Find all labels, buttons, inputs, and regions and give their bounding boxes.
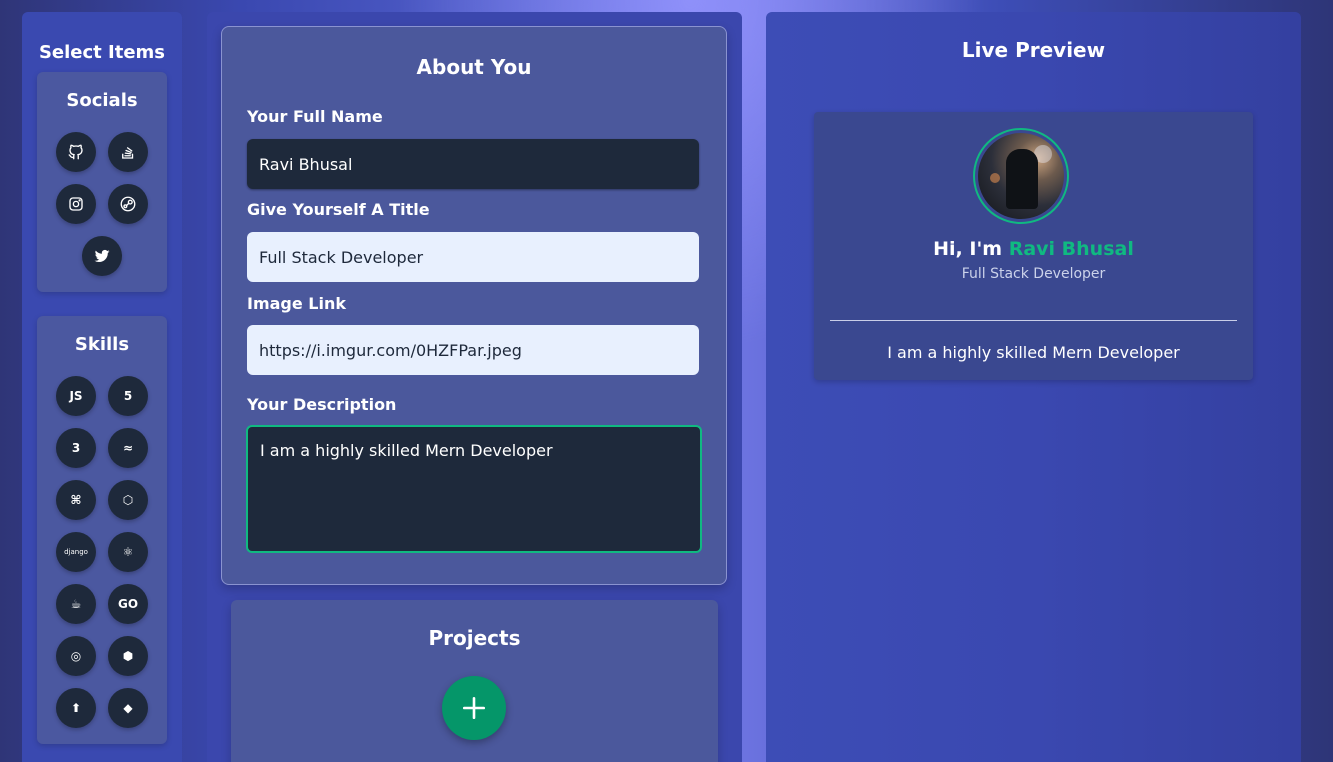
instagram-icon [69, 197, 83, 211]
js-icon: JS [69, 389, 83, 403]
steam-button[interactable] [108, 184, 148, 224]
stack-overflow-button[interactable] [108, 132, 148, 172]
tailwind-icon: ≈ [122, 441, 134, 455]
divider [830, 320, 1237, 321]
avatar-silhouette [1006, 149, 1038, 209]
css3-button[interactable]: 3 [56, 428, 96, 468]
html5-button[interactable]: 5 [108, 376, 148, 416]
django-icon: django [64, 548, 88, 556]
nodejs-icon: ⬡ [122, 493, 134, 507]
socials-title: Socials [66, 90, 138, 111]
css3-icon: 3 [71, 441, 81, 455]
preview-greeting: Hi, I'm Ravi Bhusal [814, 238, 1253, 260]
avatar [973, 128, 1069, 224]
steam-icon [120, 196, 136, 212]
git-icon: ◆ [123, 701, 133, 715]
editor-column: About You Your Full Name Give Yourself A… [207, 12, 742, 762]
instagram-button[interactable] [56, 184, 96, 224]
greeting-prefix: Hi, I'm [933, 238, 1003, 260]
preview-title-text: Full Stack Developer [961, 266, 1106, 282]
java-button[interactable]: ☕ [56, 584, 96, 624]
redux-icon: ◎ [70, 649, 82, 663]
preview-name: Ravi Bhusal [1008, 238, 1134, 260]
django-button[interactable]: django [56, 532, 96, 572]
twitter-button[interactable] [82, 236, 122, 276]
skills-card: Skills JS 5 3 ≈ ⌘ ⬡ django ⚛ ☕ GO ◎ ⬢ ⬆ … [37, 316, 167, 744]
live-preview-title: Live Preview [961, 38, 1106, 62]
arrow-up-icon: ⬆ [70, 701, 82, 715]
add-project-button[interactable] [442, 676, 506, 740]
html5-icon: 5 [123, 389, 133, 403]
skills-title: Skills [74, 334, 130, 355]
socials-card: Socials [37, 72, 167, 292]
avatar-bokeh-light [990, 173, 1000, 183]
github-icon [68, 144, 83, 160]
github-button[interactable] [56, 132, 96, 172]
git-button[interactable]: ◆ [108, 688, 148, 728]
stack-overflow-icon [122, 147, 134, 159]
redux-button[interactable]: ◎ [56, 636, 96, 676]
java-icon: ☕ [70, 597, 82, 611]
image-link-input[interactable] [247, 325, 699, 375]
description-textarea[interactable]: I am a highly skilled Mern Developer [246, 425, 702, 553]
title-input[interactable] [247, 232, 699, 282]
nodejs-button[interactable]: ⬡ [108, 480, 148, 520]
about-you-title: About You [416, 55, 532, 79]
projects-title: Projects [428, 626, 521, 650]
twitter-icon [94, 249, 110, 263]
projects-card: Projects [231, 600, 718, 762]
description-label: Your Description [247, 395, 397, 414]
full-name-label: Your Full Name [247, 107, 383, 126]
nestjs-button[interactable]: ⬢ [108, 636, 148, 676]
plus-icon [462, 696, 486, 720]
profile-preview-card: Hi, I'm Ravi Bhusal Full Stack Developer… [814, 112, 1253, 380]
python-icon: ⌘ [70, 493, 82, 507]
select-items-sidebar: Select Items Socials Skills JS 5 3 ≈ ⌘ ⬡… [22, 12, 182, 762]
javascript-button[interactable]: JS [56, 376, 96, 416]
arrow-button[interactable]: ⬆ [56, 688, 96, 728]
nestjs-icon: ⬢ [122, 649, 134, 663]
react-icon: ⚛ [122, 545, 134, 559]
about-you-card: About You Your Full Name Give Yourself A… [221, 26, 727, 585]
image-link-label: Image Link [247, 294, 347, 313]
title-label: Give Yourself A Title [247, 200, 430, 219]
live-preview-panel: Live Preview Hi, I'm Ravi Bhusal Full St… [766, 12, 1301, 762]
avatar-image [978, 133, 1064, 219]
python-button[interactable]: ⌘ [56, 480, 96, 520]
sidebar-title: Select Items [38, 42, 166, 63]
go-icon: GO [117, 597, 139, 611]
go-button[interactable]: GO [108, 584, 148, 624]
preview-description: I am a highly skilled Mern Developer [887, 343, 1180, 362]
tailwind-button[interactable]: ≈ [108, 428, 148, 468]
full-name-input[interactable] [247, 139, 699, 189]
react-button[interactable]: ⚛ [108, 532, 148, 572]
